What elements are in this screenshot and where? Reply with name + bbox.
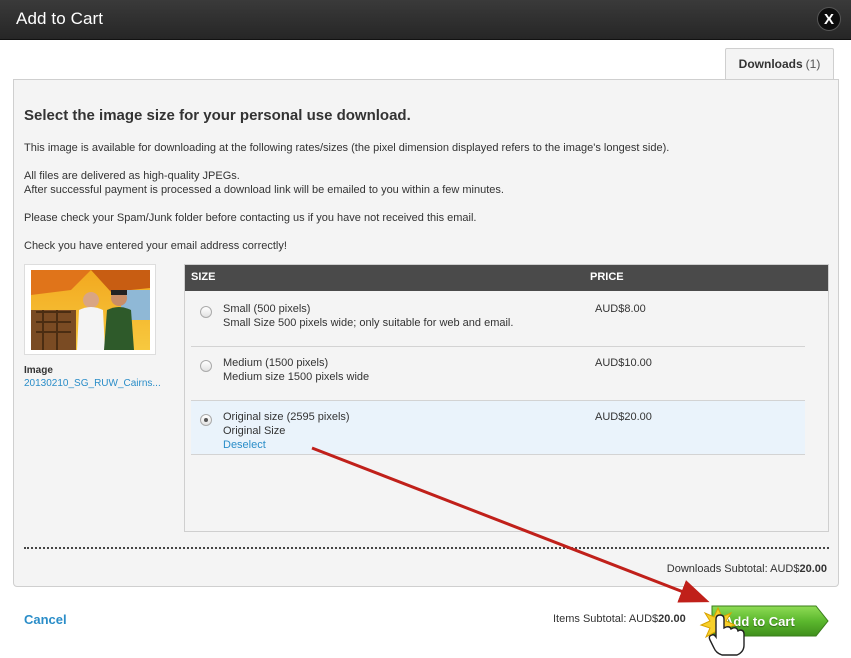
add-to-cart-button[interactable]: Add to Cart [710,604,830,638]
info-payment: After successful payment is processed a … [24,184,504,196]
close-button[interactable]: X [817,7,841,31]
add-to-cart-label: Add to Cart [724,614,795,629]
option-description: Small Size 500 pixels wide; only suitabl… [223,317,514,329]
info-jpeg: All files are delivered as high-quality … [24,170,240,182]
radio-original[interactable] [200,414,212,426]
close-icon: X [823,11,834,28]
dialog-titlebar: Add to Cart X [0,0,851,40]
subtotal-divider [24,547,829,549]
image-filename-link[interactable]: 20130210_SG_RUW_Cairns... [24,378,164,389]
size-table: SIZE PRICE Small (500 pixels) Small Size… [184,264,829,532]
items-subtotal-label: Items Subtotal: AUD$ [553,613,659,625]
image-label: Image [24,365,53,376]
option-description: Original Size [223,425,286,437]
tab-downloads[interactable]: Downloads (1) [725,48,834,80]
image-thumbnail [31,270,150,350]
downloads-subtotal-amount: 20.00 [799,563,827,575]
downloads-subtotal: Downloads Subtotal: AUD$20.00 [667,563,827,575]
items-subtotal-amount: 20.00 [658,613,686,625]
column-header-size: SIZE [191,271,216,283]
info-spam: Please check your Spam/Junk folder befor… [24,212,477,224]
option-price: AUD$10.00 [595,357,652,369]
size-table-header: SIZE PRICE [185,265,828,291]
page-title: Select the image size for your personal … [24,107,411,124]
info-rates: This image is available for downloading … [24,142,670,154]
tab-downloads-label: Downloads [738,57,803,71]
option-description: Medium size 1500 pixels wide [223,371,370,383]
image-thumbnail-frame [24,264,156,355]
column-header-price: PRICE [590,271,624,283]
option-name: Medium (1500 pixels) [223,357,329,369]
tab-downloads-count: (1) [805,57,821,71]
items-subtotal: Items Subtotal: AUD$20.00 [553,613,686,625]
radio-medium[interactable] [200,360,212,372]
option-name: Original size (2595 pixels) [223,411,350,423]
size-option-original[interactable]: Original size (2595 pixels) Original Siz… [191,401,805,455]
option-price: AUD$20.00 [595,411,652,423]
option-name: Small (500 pixels) [223,303,311,315]
dialog-title: Add to Cart [16,9,104,28]
cancel-button[interactable]: Cancel [24,612,67,627]
downloads-panel: Select the image size for your personal … [13,79,839,587]
option-price: AUD$8.00 [595,303,646,315]
downloads-subtotal-label: Downloads Subtotal: AUD$ [666,563,800,575]
radio-small[interactable] [200,306,212,318]
info-email: Check you have entered your email addres… [24,240,287,252]
size-option-small[interactable]: Small (500 pixels) Small Size 500 pixels… [191,293,805,347]
deselect-link[interactable]: Deselect [223,439,266,451]
size-option-medium[interactable]: Medium (1500 pixels) Medium size 1500 pi… [191,347,805,401]
